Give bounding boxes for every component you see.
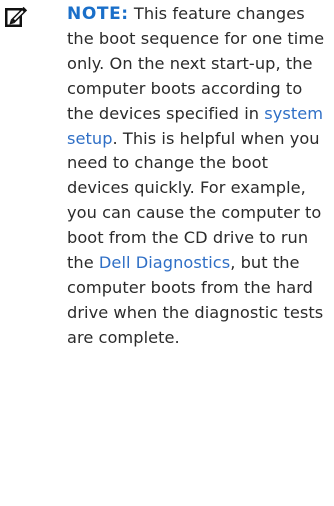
pencil-note-icon <box>4 4 30 30</box>
note-block: NOTE: This feature changes the boot sequ… <box>0 0 334 506</box>
note-text-part-2: . This is helpful when you need to chang… <box>67 128 322 273</box>
note-label: NOTE: <box>67 4 129 24</box>
dell-diagnostics-link[interactable]: Dell Diagnostics <box>99 253 230 272</box>
note-text: NOTE: This feature changes the boot sequ… <box>67 2 329 351</box>
